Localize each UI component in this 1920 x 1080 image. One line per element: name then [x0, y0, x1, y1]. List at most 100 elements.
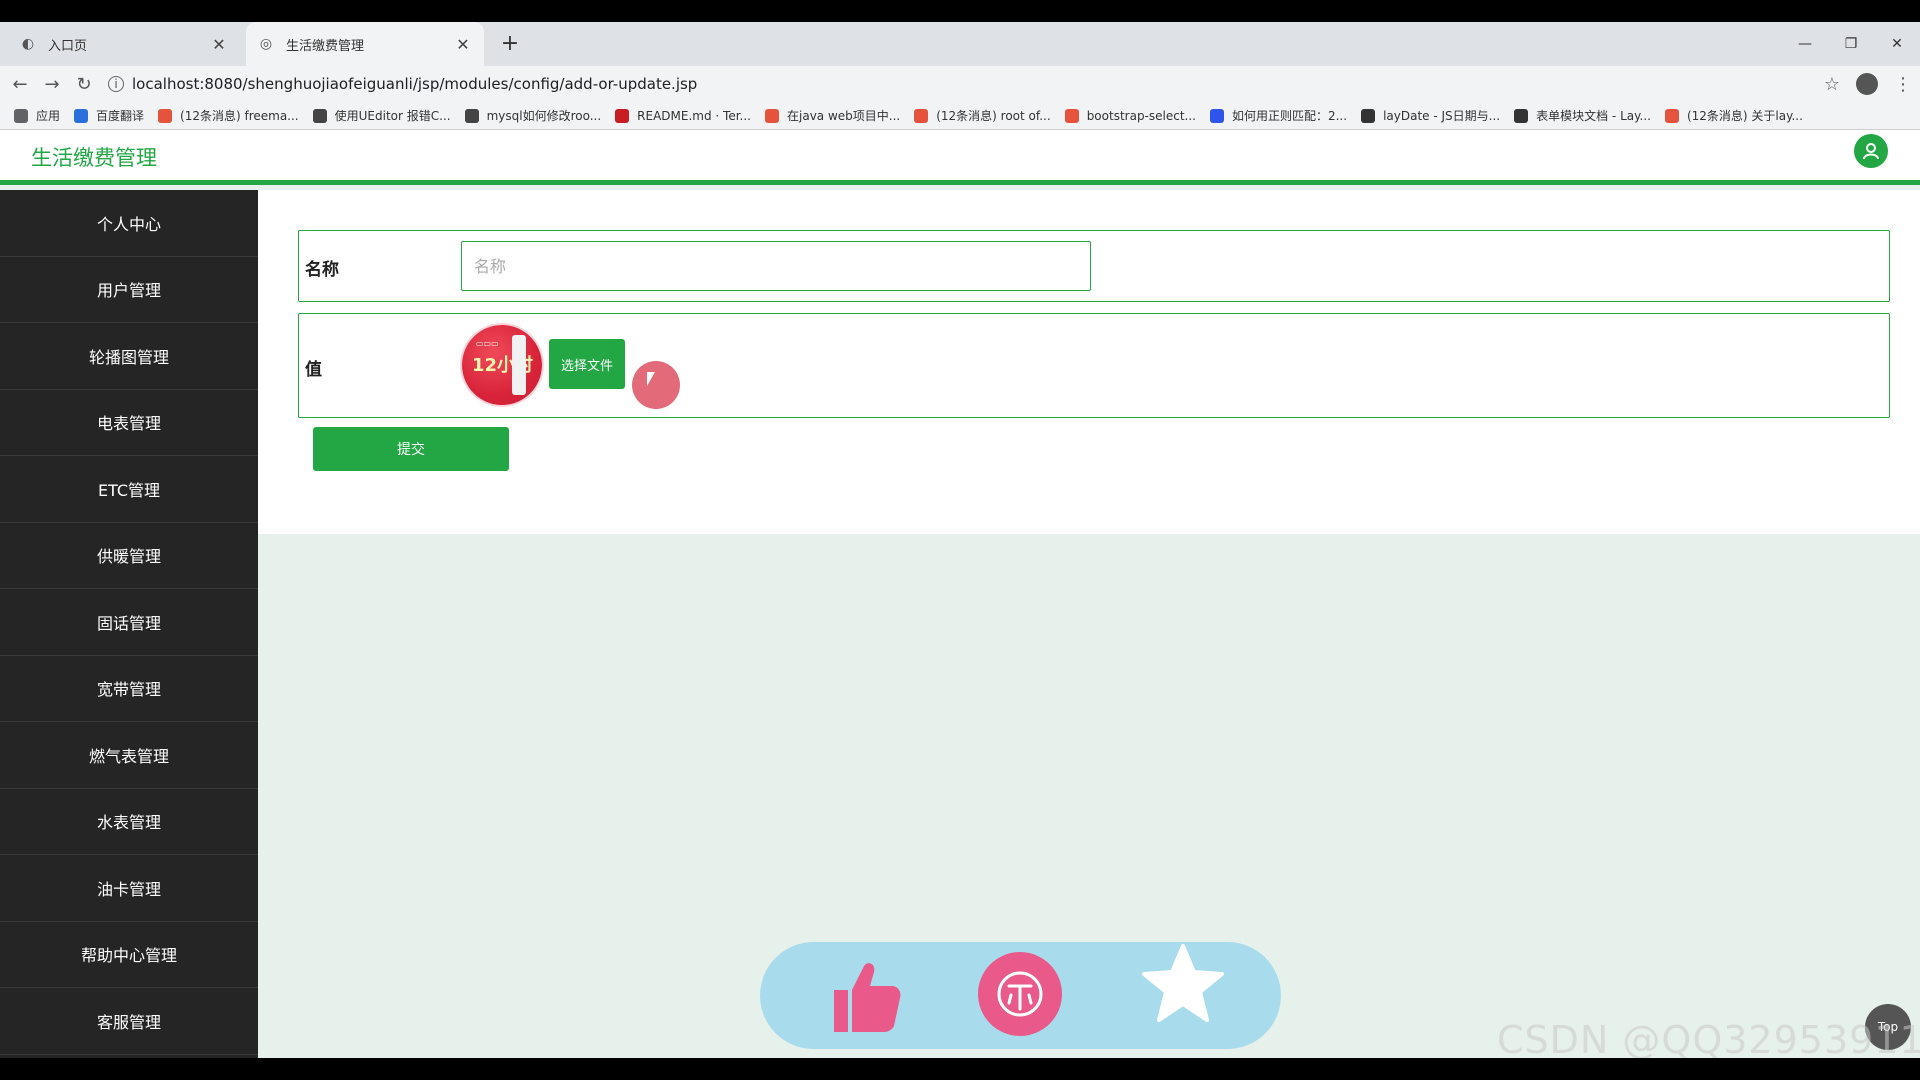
tab-title: 入口页 — [48, 38, 88, 54]
info-icon[interactable]: i — [108, 76, 124, 92]
bookmark-item[interactable]: 在java web项目中... — [765, 107, 900, 124]
sidebar-item[interactable]: 电表管理 — [0, 390, 258, 456]
bookmark-label: 百度翻译 — [96, 109, 145, 123]
value-label: 值 — [305, 360, 322, 380]
bookmark-item[interactable]: 如何用正则匹配：2... — [1209, 107, 1348, 124]
bookmark-favicon-icon — [765, 108, 779, 123]
star-icon[interactable]: ☆ — [1824, 74, 1840, 95]
name-row: 名称 — [298, 230, 1890, 302]
sidebar-item[interactable]: 用户管理 — [0, 257, 258, 323]
sidebar-item[interactable]: 油卡管理 — [0, 855, 258, 922]
bookmark-favicon-icon — [1514, 108, 1529, 123]
close-window-icon[interactable]: ✕ — [1874, 36, 1920, 52]
bookmark-label: 使用UEditor 报错C... — [334, 109, 451, 123]
bookmark-label: 如何用正则匹配：2... — [1231, 109, 1348, 123]
bookmark-item[interactable]: 使用UEditor 报错C... — [312, 107, 451, 124]
bookmark-item[interactable]: mysql如何修改roo... — [464, 107, 602, 124]
sidebar-item[interactable]: 帮助中心管理 — [0, 922, 258, 988]
close-icon[interactable]: ✕ — [210, 35, 228, 54]
sidebar-item[interactable]: 个人中心 — [0, 190, 258, 257]
profile-icon[interactable] — [1856, 73, 1878, 95]
sidebar-item[interactable]: 客服管理 — [0, 988, 258, 1055]
bookmark-item[interactable]: (12条消息) root of... — [914, 107, 1051, 124]
watermark: CSDN @QQ3295391197 — [1497, 1018, 1920, 1062]
globe-icon: ◎ — [259, 36, 273, 52]
bookmark-label: mysql如何修改roo... — [486, 109, 602, 123]
bookmark-item[interactable]: README.md · Ter... — [615, 108, 751, 123]
browser-tab-active[interactable]: ◎ 生活缴费管理 ✕ — [246, 22, 484, 66]
apps-grid-icon — [14, 108, 28, 123]
browser-tabbar: ◐ 入口页 ✕ ◎ 生活缴费管理 ✕ + — [0, 22, 1920, 66]
bottom-black-bar — [0, 1058, 1920, 1080]
new-tab-button[interactable]: + — [496, 30, 524, 58]
bookmark-label: layDate - JS日期与... — [1383, 109, 1501, 123]
brand-title: 生活缴费管理 — [31, 146, 157, 170]
sidebar-item[interactable]: 水表管理 — [0, 789, 258, 855]
restore-icon[interactable]: ❐ — [1828, 36, 1874, 52]
bookmarks-bar: 应用 百度翻译 (12条消息) freema... 使用UEditor 报错C... m… — [0, 102, 1920, 130]
bookmark-favicon-icon — [1209, 108, 1224, 123]
bookmark-label: 在java web项目中... — [787, 109, 901, 123]
close-icon[interactable]: ✕ — [454, 35, 472, 54]
preview-bottle — [512, 335, 526, 395]
sidebar-item[interactable]: 固话管理 — [0, 589, 258, 656]
form-panel: 名称 值 ▭▭▭ 12小时 选择文件 提交 — [258, 190, 1920, 534]
sidebar-item[interactable]: ETC管理 — [0, 456, 258, 523]
bookmark-favicon-icon — [74, 108, 89, 123]
bookmark-favicon-icon — [1664, 108, 1679, 123]
value-row: 值 ▭▭▭ 12小时 选择文件 — [298, 313, 1890, 418]
bookmark-label: bootstrap-select... — [1086, 108, 1196, 123]
bookmark-favicon-icon — [312, 108, 327, 123]
browser-tab-entry[interactable]: ◐ 入口页 ✕ — [8, 22, 240, 66]
mouse-cursor-icon — [647, 372, 655, 386]
back-icon[interactable]: ← — [4, 74, 36, 95]
bookmark-label: 表单模块文档 - Lay... — [1536, 109, 1651, 123]
bookmark-favicon-icon — [1064, 108, 1079, 123]
bookmark-label: (12条消息) 关于lay... — [1686, 109, 1803, 123]
star-favorite-icon[interactable] — [1140, 942, 1226, 1028]
minimize-icon[interactable]: — — [1782, 36, 1828, 52]
globe-icon: ◐ — [21, 36, 35, 52]
sidebar-item[interactable]: 供暖管理 — [0, 523, 258, 589]
address-bar[interactable]: i localhost:8080/shenghuojiaofeiguanli/j… — [108, 68, 1808, 100]
menu-icon[interactable]: ⋮ — [1894, 74, 1912, 95]
bookmark-favicon-icon — [158, 108, 173, 123]
bookmark-item[interactable]: 百度翻译 — [74, 107, 144, 124]
bookmark-favicon-icon — [1361, 108, 1376, 123]
bookmark-label: README.md · Ter... — [637, 108, 751, 123]
browser-toolbar: ← → ↻ i localhost:8080/shenghuojiaofeigu… — [0, 66, 1920, 102]
name-label: 名称 — [305, 260, 339, 280]
bookmark-favicon-icon — [914, 108, 929, 123]
image-preview: ▭▭▭ 12小时 — [462, 325, 542, 405]
apps-bookmark[interactable]: 应用 — [14, 107, 60, 124]
window-controls: — ❐ ✕ — [1782, 22, 1920, 66]
sidebar-item[interactable]: 燃气表管理 — [0, 722, 258, 789]
cursor-highlight — [632, 361, 680, 409]
user-icon[interactable] — [1854, 134, 1888, 168]
name-input[interactable] — [461, 241, 1091, 291]
tab-title: 生活缴费管理 — [286, 38, 365, 54]
choose-file-button[interactable]: 选择文件 — [549, 339, 625, 389]
app-root: 生活缴费管理 个人中心 用户管理 轮播图管理 电表管理 ETC管理 供暖管理 固话管理 宽带管… — [0, 130, 1920, 1062]
reaction-bar — [760, 942, 1281, 1049]
bookmark-item[interactable]: 表单模块文档 - Lay... — [1514, 107, 1651, 124]
bookmark-label: (12条消息) root of... — [936, 109, 1051, 123]
submit-button[interactable]: 提交 — [313, 427, 509, 471]
app-header: 生活缴费管理 — [0, 130, 1920, 185]
bookmark-item[interactable]: (12条消息) 关于lay... — [1664, 107, 1803, 124]
forward-icon[interactable]: → — [36, 74, 68, 95]
bookmark-item[interactable]: layDate - JS日期与... — [1361, 107, 1500, 124]
sidebar-item[interactable]: 宽带管理 — [0, 656, 258, 722]
bookmark-item[interactable]: (12条消息) freema... — [158, 107, 299, 124]
sidebar-item[interactable]: 轮播图管理 — [0, 323, 258, 390]
url-text: localhost:8080/shenghuojiaofeiguanli/jsp… — [132, 75, 698, 93]
top-black-bar — [0, 0, 1920, 22]
coin-icon[interactable] — [978, 952, 1062, 1036]
preview-decoration: ▭▭▭ — [476, 339, 499, 348]
bookmark-item[interactable]: bootstrap-select... — [1064, 108, 1196, 123]
reload-icon[interactable]: ↻ — [68, 74, 100, 95]
bookmark-label: (12条消息) freema... — [180, 109, 299, 123]
bookmark-label: 应用 — [36, 109, 61, 123]
thumbs-up-icon[interactable] — [824, 956, 904, 1036]
bookmark-favicon-icon — [464, 108, 479, 123]
